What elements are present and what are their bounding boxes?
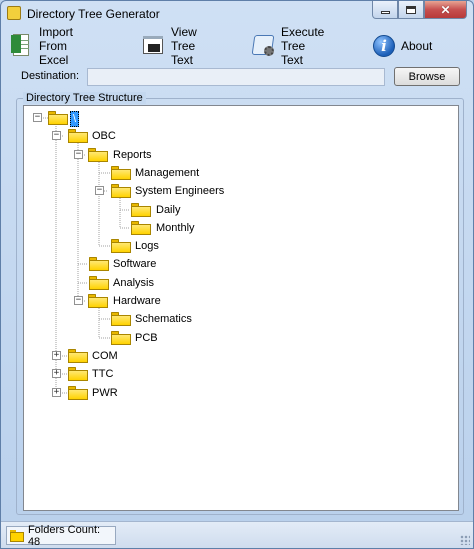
tree-node-com[interactable]: COM: [92, 349, 118, 363]
tree-node-reports[interactable]: Reports: [113, 148, 152, 162]
tree-expander-hardware[interactable]: −: [74, 296, 83, 305]
tree-expander-pwr[interactable]: +: [52, 388, 61, 397]
tree-node-software[interactable]: Software: [113, 257, 156, 271]
folder-icon: [111, 239, 131, 253]
caption-buttons: ✕: [372, 1, 467, 19]
destination-label: Destination:: [21, 70, 80, 82]
folder-icon: [88, 294, 108, 308]
tree-expander-com[interactable]: +: [52, 351, 61, 360]
folder-icon: [88, 148, 108, 162]
folder-icon: [131, 221, 151, 235]
tree-expander-root[interactable]: −: [33, 113, 42, 122]
folder-icon: [131, 203, 151, 217]
minimize-button[interactable]: [372, 1, 398, 19]
tree-expander-ttc[interactable]: +: [52, 369, 61, 378]
resize-grip[interactable]: [460, 535, 470, 545]
folders-count-panel: Folders Count: 48: [6, 523, 116, 548]
about-label: About: [401, 39, 433, 53]
destination-input[interactable]: [87, 68, 385, 86]
excel-icon: [9, 33, 33, 59]
folder-icon: [111, 331, 131, 345]
execute-tree-text-label: Execute Tree Text: [281, 25, 325, 67]
tree-node-obc[interactable]: OBC: [92, 129, 116, 143]
tree-group-title: Directory Tree Structure: [23, 92, 146, 104]
tree-node-pcb[interactable]: PCB: [135, 331, 158, 345]
tree-node-management[interactable]: Management: [135, 166, 199, 180]
app-icon: [7, 6, 21, 20]
folder-icon: [10, 529, 24, 542]
title-bar[interactable]: Directory Tree Generator ✕: [1, 1, 473, 27]
tree-node-daily[interactable]: Daily: [156, 203, 180, 217]
folder-icon: [111, 312, 131, 326]
info-icon: i: [373, 35, 395, 57]
tree-node-ttc[interactable]: TTC: [92, 367, 113, 381]
folder-icon: [68, 386, 88, 400]
window-title: Directory Tree Generator: [27, 7, 160, 21]
execute-tree-text-button[interactable]: Execute Tree Text: [251, 25, 324, 67]
tree-expander-obc[interactable]: −: [52, 131, 61, 140]
tree-node-monthly[interactable]: Monthly: [156, 221, 195, 235]
directory-tree[interactable]: − \ − OBC − Reports Management − System …: [23, 105, 459, 511]
tree-node-pwr[interactable]: PWR: [92, 386, 118, 400]
folder-icon: [68, 349, 88, 363]
view-tree-text-label: View Tree Text: [171, 25, 197, 67]
maximize-button[interactable]: [398, 1, 424, 19]
maximize-icon: [406, 5, 416, 14]
app-window: Directory Tree Generator ✕ Import From E…: [0, 0, 474, 549]
minimize-icon: [380, 10, 390, 14]
tree-node-analysis[interactable]: Analysis: [113, 276, 154, 290]
import-from-excel-label: Import From Excel: [39, 25, 74, 67]
folder-icon: [89, 257, 109, 271]
folder-icon: [68, 367, 88, 381]
close-icon: ✕: [440, 2, 451, 17]
folder-icon: [111, 184, 131, 198]
folder-icon: [89, 276, 109, 290]
tree-lines: [41, 117, 130, 394]
tree-node-logs[interactable]: Logs: [135, 239, 159, 253]
tree-node-root[interactable]: \: [70, 111, 80, 127]
status-bar: Folders Count: 48: [1, 521, 473, 548]
tree-node-hardware[interactable]: Hardware: [113, 294, 161, 308]
execute-scroll-gear-icon: [251, 33, 275, 59]
folders-count-text: Folders Count: 48: [27, 523, 101, 548]
tree-node-system-engineers[interactable]: System Engineers: [135, 184, 224, 198]
folder-icon: [68, 129, 88, 143]
tree-node-schematics[interactable]: Schematics: [135, 312, 192, 326]
close-button[interactable]: ✕: [424, 1, 467, 19]
tree-expander-system-engineers[interactable]: −: [95, 186, 104, 195]
view-text-icon: [141, 33, 165, 59]
view-tree-text-button[interactable]: View Tree Text: [141, 25, 197, 67]
folder-icon: [48, 111, 68, 125]
browse-button[interactable]: Browse: [394, 67, 460, 86]
folder-icon: [111, 166, 131, 180]
about-button[interactable]: i About: [373, 31, 432, 61]
tree-expander-reports[interactable]: −: [74, 150, 83, 159]
import-from-excel-button[interactable]: Import From Excel: [9, 25, 73, 67]
